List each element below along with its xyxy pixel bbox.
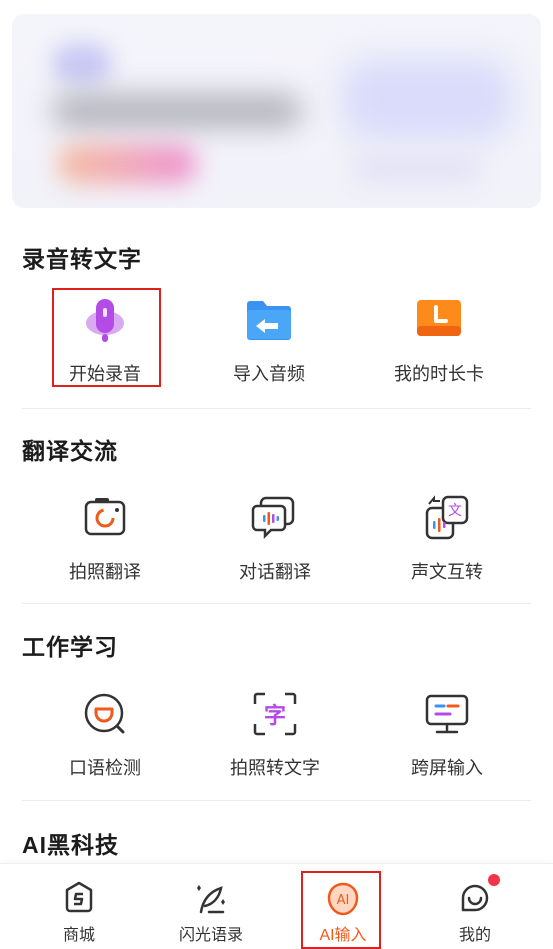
tab-profile[interactable]: 我的 <box>406 864 544 949</box>
svg-text:文: 文 <box>448 503 462 519</box>
quill-sparkle-icon <box>197 885 225 914</box>
dialogue-translate-button[interactable]: 对话翻译 <box>200 494 350 594</box>
photo-translate-button[interactable]: 拍照翻译 <box>30 494 180 594</box>
speech-check-button[interactable]: 口语检测 <box>30 690 180 790</box>
tile-label: 导入音频 <box>233 364 305 384</box>
tab-flash-quotes[interactable]: 闪光语录 <box>142 864 280 949</box>
tile-label: 口语检测 <box>69 758 141 778</box>
cross-screen-input-button[interactable]: 跨屏输入 <box>372 690 522 790</box>
profile-face-icon <box>461 884 489 912</box>
import-audio-button[interactable]: 导入音频 <box>194 296 344 396</box>
my-time-card-button[interactable]: 我的时长卡 <box>364 296 514 396</box>
photo-to-text-button[interactable]: 字 拍照转文字 <box>200 690 350 790</box>
speech-check-icon <box>84 693 125 734</box>
photo-to-text-icon: 字 <box>253 692 297 736</box>
store-icon <box>65 881 93 913</box>
section-title-record: 录音转文字 <box>22 246 142 272</box>
section-divider <box>22 408 531 409</box>
svg-text:字: 字 <box>264 703 286 729</box>
bottom-tab-bar: 商城 闪光语录 AI AI输入 我的 <box>0 863 553 949</box>
cross-screen-input-icon <box>425 694 469 734</box>
section-title-work: 工作学习 <box>22 634 118 660</box>
tab-label: 闪光语录 <box>178 927 243 944</box>
selection-highlight <box>301 871 381 949</box>
camera-translate-icon <box>84 498 126 536</box>
voice-text-convert-icon: 文 <box>425 495 469 540</box>
section-divider <box>22 800 531 801</box>
voice-text-convert-button[interactable]: 文 声文互转 <box>372 494 522 594</box>
tile-label: 对话翻译 <box>239 562 311 582</box>
promo-banner[interactable] <box>12 14 541 208</box>
dialogue-translate-icon <box>251 496 295 540</box>
tile-label: 声文互转 <box>411 562 483 582</box>
tab-label: 我的 <box>458 927 491 944</box>
notification-badge <box>488 874 500 886</box>
tab-store[interactable]: 商城 <box>10 864 148 949</box>
section-title-ai: AI黑科技 <box>22 832 119 858</box>
tile-label: 我的时长卡 <box>394 364 484 384</box>
section-title-translate: 翻译交流 <box>22 438 118 464</box>
tile-label: 拍照翻译 <box>69 562 141 582</box>
tile-label: 跨屏输入 <box>411 758 483 778</box>
clock-card-icon <box>417 300 461 336</box>
folder-import-icon <box>247 301 291 340</box>
tile-label: 拍照转文字 <box>230 758 320 778</box>
section-divider <box>22 603 531 604</box>
tab-label: 商城 <box>62 927 95 944</box>
selection-highlight <box>52 288 161 387</box>
